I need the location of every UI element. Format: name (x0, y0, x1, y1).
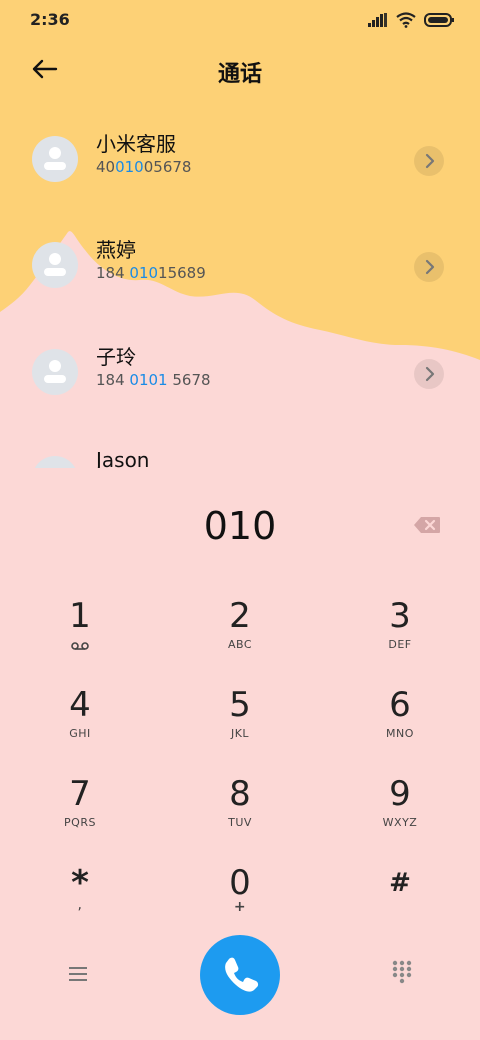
key-4[interactable]: 4 GHI (20, 685, 140, 769)
key-letters: TUV (228, 816, 252, 829)
key-8[interactable]: 8 TUV (180, 774, 300, 858)
app-header: 通话 (0, 46, 480, 96)
chevron-right-icon (425, 153, 435, 169)
signal-icon (368, 13, 387, 27)
battery-icon (424, 13, 454, 27)
contact-detail-button[interactable] (414, 359, 444, 389)
key-digit: 7 (69, 774, 91, 814)
bottom-bar (0, 930, 480, 1030)
menu-icon[interactable] (64, 962, 92, 986)
key-digit: 0 (229, 863, 251, 903)
key-2[interactable]: 2 ABC (180, 596, 300, 680)
key-digit: 2 (229, 596, 251, 636)
key-digit: # (389, 868, 411, 898)
key-letters: + (233, 899, 247, 915)
person-icon (44, 360, 66, 383)
key-digit: 9 (389, 774, 411, 814)
contact-number: 184 01015689 (96, 264, 206, 282)
key-7[interactable]: 7 PQRS (20, 774, 140, 858)
key-digit: 5 (229, 685, 251, 725)
contact-number: 4001005678 (96, 158, 192, 176)
avatar (32, 136, 78, 182)
avatar (32, 349, 78, 395)
chevron-right-icon (425, 259, 435, 275)
page-title: 通话 (217, 62, 262, 87)
key-letters: PQRS (64, 816, 96, 829)
chevron-right-icon (425, 366, 435, 382)
key-6[interactable]: 6 MNO (340, 685, 460, 769)
phone-icon (225, 957, 259, 992)
contact-row[interactable]: 小米客服 4001005678 (0, 126, 480, 206)
key-5[interactable]: 5 JKL (180, 685, 300, 769)
key-letters: , (77, 897, 83, 913)
key-digit: 3 (389, 596, 411, 636)
key-letters: DEF (388, 638, 412, 651)
key-letters: GHI (69, 727, 91, 740)
call-button[interactable] (200, 935, 280, 1015)
contact-row[interactable]: 燕婷 184 01015689 (0, 232, 480, 312)
dialpad-toggle-icon[interactable] (388, 958, 416, 986)
status-time: 2:36 (30, 10, 70, 29)
person-icon (44, 147, 66, 170)
key-digit: 1 (69, 596, 91, 636)
contact-number: 184 0101 5678 (96, 371, 211, 389)
key-1[interactable]: 1 (20, 596, 140, 680)
key-letters: JKL (230, 727, 250, 740)
contact-name: 燕婷 (96, 238, 136, 262)
voicemail-icon (71, 642, 89, 650)
avatar (32, 242, 78, 288)
wifi-icon (396, 12, 416, 28)
contact-detail-button[interactable] (414, 146, 444, 176)
person-icon (44, 253, 66, 276)
contact-name: 子玲 (96, 345, 136, 369)
dial-entry[interactable]: 010 (0, 504, 480, 548)
contact-row[interactable]: 子玲 184 0101 5678 (0, 339, 480, 419)
key-letters: ABC (227, 638, 253, 651)
key-9[interactable]: 9 WXYZ (340, 774, 460, 858)
key-3[interactable]: 3 DEF (340, 596, 460, 680)
contact-detail-button[interactable] (414, 252, 444, 282)
key-digit: 8 (229, 774, 251, 814)
key-digit: 6 (389, 685, 411, 725)
backspace-icon[interactable] (413, 516, 441, 534)
status-bar: 2:36 (0, 0, 480, 40)
key-letters: MNO (386, 727, 414, 740)
key-digit: 4 (69, 685, 91, 725)
key-letters: WXYZ (382, 816, 418, 829)
contact-name: 小米客服 (96, 132, 176, 156)
